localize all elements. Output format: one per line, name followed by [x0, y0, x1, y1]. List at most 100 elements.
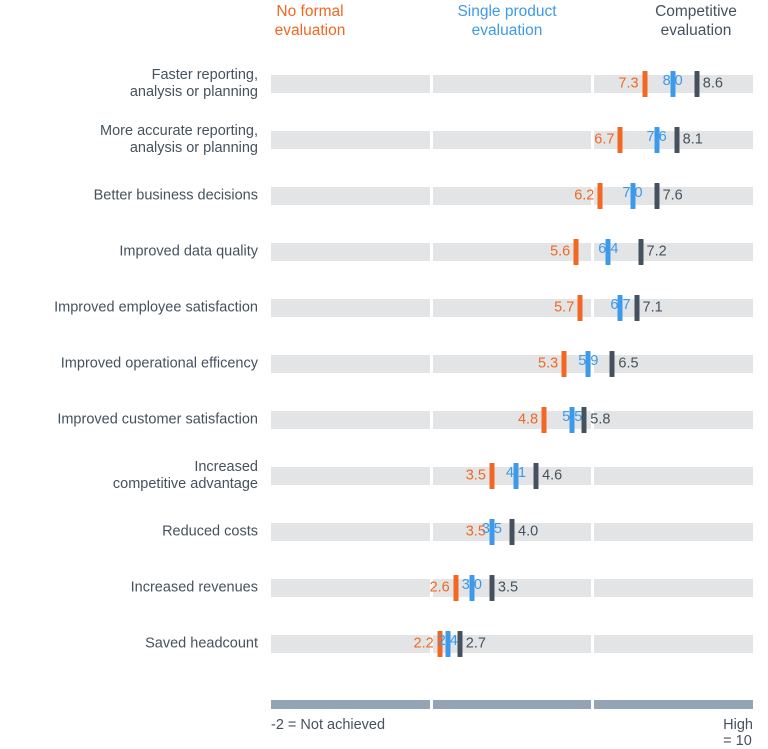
marker-competitive-evaluation [638, 239, 644, 265]
track-segment [271, 411, 430, 429]
value-label-no-formal-evaluation: 6.2 [574, 187, 595, 204]
row-track: 5.6 6.4 7.2 [271, 239, 753, 265]
track-segment [271, 243, 430, 261]
row-label-line2: competitive advantage [112, 476, 258, 492]
row-track: 6.2 7.0 7.6 [271, 183, 753, 209]
legend-item-single-product-evaluation: Single product evaluation [427, 2, 587, 40]
track-segment [271, 75, 430, 93]
legend-item-no-formal-evaluation: No formal evaluation [230, 2, 390, 40]
row-label: Better business decisions [8, 188, 258, 205]
row-track: 4.8 5.5 5.8 [271, 407, 753, 433]
track-segment [433, 187, 591, 205]
legend-label-line1: Competitive [655, 3, 737, 20]
track-segment [271, 187, 430, 205]
row-label-line1: Improved data quality [119, 243, 258, 260]
value-label-competitive-evaluation: 8.1 [682, 131, 703, 148]
marker-competitive-evaluation [634, 295, 640, 321]
marker-competitive-evaluation [694, 71, 700, 97]
row-track: 5.7 6.7 7.1 [271, 295, 753, 321]
row-label-line1: Better business decisions [93, 187, 258, 204]
track-segment [594, 635, 753, 653]
value-label-no-formal-evaluation: 6.7 [594, 131, 615, 148]
row-label: Improved customer satisfaction [8, 412, 258, 429]
value-label-single-product-evaluation: 5.9 [578, 353, 599, 369]
value-label-no-formal-evaluation: 5.6 [550, 243, 571, 260]
track-segment [271, 523, 430, 541]
legend-item-competitive-evaluation: Competitive evaluation [616, 2, 768, 40]
row-track: 3.5 4.1 4.6 [271, 463, 753, 489]
value-label-single-product-evaluation: 6.7 [610, 297, 631, 313]
marker-no-formal-evaluation [561, 351, 567, 377]
row-label-line1: More accurate reporting, [100, 123, 258, 139]
value-label-competitive-evaluation: 7.6 [662, 187, 683, 204]
chart-row: Improved operational efficency 5.3 5.9 6.5 [0, 336, 768, 392]
chart-legend: No formal evaluation Single product eval… [0, 0, 768, 44]
marker-competitive-evaluation [533, 463, 539, 489]
chart-row: More accurate reporting, analysis or plan… [0, 112, 768, 168]
row-label: Increased competitive advantage [8, 459, 258, 493]
value-label-competitive-evaluation: 4.6 [542, 467, 563, 484]
value-label-single-product-evaluation: 7.6 [646, 129, 667, 145]
marker-no-formal-evaluation [541, 407, 547, 433]
scale-segment [433, 700, 591, 709]
row-label: Reduced costs [8, 524, 258, 541]
chart-row: Improved data quality 5.6 6.4 7.2 [0, 224, 768, 280]
row-track: 6.7 7.6 8.1 [271, 127, 753, 153]
track-segment [594, 579, 753, 597]
chart-row: Increased revenues 2.6 3.0 3.5 [0, 560, 768, 616]
row-label-line1: Saved headcount [145, 635, 258, 652]
chart-rows: Faster reporting, analysis or planning 7.3… [0, 56, 768, 672]
value-label-competitive-evaluation: 7.2 [646, 243, 667, 260]
value-label-competitive-evaluation: 6.5 [618, 355, 639, 372]
track-segment [271, 355, 430, 373]
marker-competitive-evaluation [457, 631, 463, 657]
track-segment [271, 467, 430, 485]
track-segment [271, 131, 430, 149]
legend-label-line1: No formal [276, 3, 344, 20]
track-segment [271, 579, 430, 597]
row-label-line2: analysis or planning [129, 84, 258, 100]
legend-label-line2: evaluation [471, 22, 543, 39]
marker-no-formal-evaluation [577, 295, 583, 321]
value-label-no-formal-evaluation: 4.8 [517, 411, 539, 428]
row-label: Increased revenues [8, 580, 258, 597]
track-segment [433, 131, 591, 149]
row-label: Saved headcount [8, 636, 258, 653]
scale-segment [594, 700, 753, 709]
chart-row: Improved employee satisfaction 5.7 6.7 7.1 [0, 280, 768, 336]
marker-no-formal-evaluation [617, 127, 623, 153]
legend-label-line1: Single product [457, 3, 557, 20]
track-segment [271, 299, 430, 317]
benefits-achievement-chart: No formal evaluation Single product eval… [0, 0, 768, 749]
row-track: 3.5 3.5 4.0 [271, 519, 753, 545]
row-label-line1: Reduced costs [162, 523, 258, 540]
chart-row: Faster reporting, analysis or planning 7.3… [0, 56, 768, 112]
value-label-competitive-evaluation: 3.5 [497, 579, 519, 596]
row-label: Improved employee satisfaction [8, 300, 258, 317]
value-label-competitive-evaluation: 5.8 [590, 411, 611, 428]
legend-label-line2: evaluation [660, 22, 732, 39]
value-label-single-product-evaluation: 4.1 [505, 465, 527, 481]
row-track: 2.6 3.0 3.5 [271, 575, 753, 601]
track-segment [594, 411, 753, 429]
scale-max-label: High = 10 [723, 717, 753, 749]
value-label-single-product-evaluation: 3.5 [481, 521, 502, 537]
scale-min-label: -2 = Not achieved [271, 717, 386, 733]
value-label-no-formal-evaluation: 2.2 [413, 635, 434, 652]
scale-segment [271, 700, 430, 709]
legend-label-line2: evaluation [274, 22, 346, 39]
value-label-single-product-evaluation: 5.5 [562, 409, 583, 425]
value-label-single-product-evaluation: 8.0 [662, 73, 683, 89]
marker-competitive-evaluation [654, 183, 660, 209]
value-label-no-formal-evaluation: 3.5 [465, 467, 486, 484]
marker-competitive-evaluation [609, 351, 615, 377]
value-label-competitive-evaluation: 7.1 [642, 299, 663, 316]
marker-no-formal-evaluation [642, 71, 648, 97]
track-segment [433, 355, 591, 373]
row-label-line2: analysis or planning [129, 140, 258, 156]
marker-competitive-evaluation [489, 575, 495, 601]
chart-row: Better business decisions 6.2 7.0 7.6 [0, 168, 768, 224]
value-label-competitive-evaluation: 8.6 [702, 75, 723, 92]
row-label: Improved data quality [8, 244, 258, 261]
value-label-single-product-evaluation: 3.0 [461, 577, 482, 593]
